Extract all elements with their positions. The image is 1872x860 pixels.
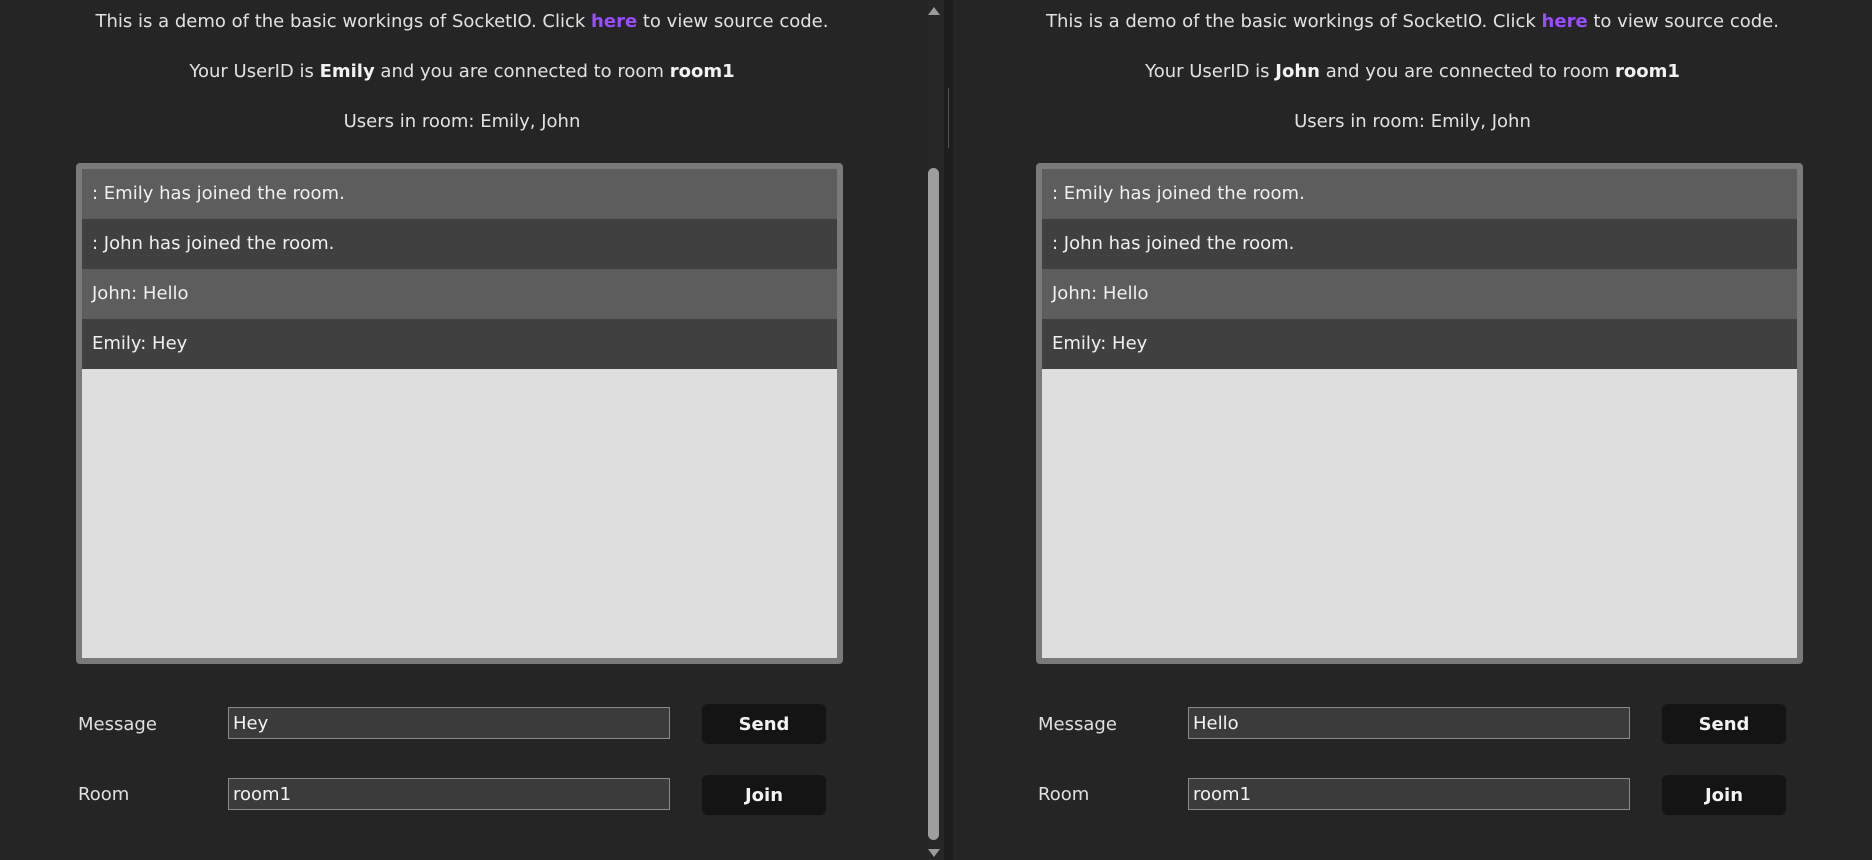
message-input[interactable]: [228, 707, 670, 739]
scroll-thumb[interactable]: [928, 168, 939, 840]
send-button[interactable]: Send: [702, 704, 826, 744]
room-name: room1: [669, 61, 735, 82]
room-input[interactable]: [228, 778, 670, 810]
vertical-scrollbar[interactable]: [924, 0, 944, 860]
intro-after: to view source code.: [1587, 11, 1779, 32]
left-pane: This is a demo of the basic workings of …: [0, 0, 924, 860]
send-button[interactable]: Send: [1662, 704, 1786, 744]
message-input[interactable]: [1188, 707, 1630, 739]
chat-messages-box[interactable]: : Emily has joined the room. : John has …: [76, 163, 843, 664]
intro-text: This is a demo of the basic workings of …: [0, 11, 924, 32]
chat-message: : John has joined the room.: [82, 219, 837, 269]
room-label: Room: [78, 784, 130, 805]
users-in-room: Users in room: Emily, John: [1294, 111, 1531, 132]
users-in-room: Users in room: Emily, John: [343, 111, 581, 132]
right-pane: This is a demo of the basic workings of …: [953, 0, 1872, 860]
intro-text: This is a demo of the basic workings of …: [953, 11, 1872, 32]
user-info-text: Your UserID is John and you are connecte…: [953, 61, 1872, 82]
user-id: Emily: [319, 61, 375, 82]
chat-message: : Emily has joined the room.: [1042, 169, 1797, 219]
join-button[interactable]: Join: [702, 775, 826, 815]
chat-message: John: Hello: [1042, 269, 1797, 319]
intro-after: to view source code.: [637, 11, 829, 32]
chat-message: Emily: Hey: [1042, 319, 1797, 369]
scroll-down-arrow-icon[interactable]: [928, 849, 940, 857]
chat-message: : Emily has joined the room.: [82, 169, 837, 219]
room-input[interactable]: [1188, 778, 1630, 810]
chat-message: : John has joined the room.: [1042, 219, 1797, 269]
room-prefix: and you are connected to room: [1319, 61, 1615, 82]
chat-messages-box[interactable]: : Emily has joined the room. : John has …: [1036, 163, 1803, 664]
join-button[interactable]: Join: [1662, 775, 1786, 815]
room-name: room1: [1614, 61, 1680, 82]
user-info-text: Your UserID is Emily and you are connect…: [0, 61, 924, 82]
room-label: Room: [1038, 784, 1090, 805]
chat-message: Emily: Hey: [82, 319, 837, 369]
chat-message: John: Hello: [82, 269, 837, 319]
message-label: Message: [78, 714, 157, 735]
scroll-up-arrow-icon[interactable]: [928, 7, 940, 15]
room-prefix: and you are connected to room: [374, 61, 670, 82]
source-code-link[interactable]: here: [1542, 11, 1588, 32]
userid-prefix: Your UserID is: [189, 61, 320, 82]
pane-splitter[interactable]: [944, 0, 953, 860]
split-view: This is a demo of the basic workings of …: [0, 0, 1872, 860]
intro-before: This is a demo of the basic workings of …: [95, 11, 592, 32]
message-label: Message: [1038, 714, 1117, 735]
userid-prefix: Your UserID is: [1145, 61, 1276, 82]
user-id: John: [1275, 61, 1320, 82]
intro-before: This is a demo of the basic workings of …: [1046, 11, 1542, 32]
splitter-handle: [948, 88, 949, 148]
source-code-link[interactable]: here: [591, 11, 637, 32]
